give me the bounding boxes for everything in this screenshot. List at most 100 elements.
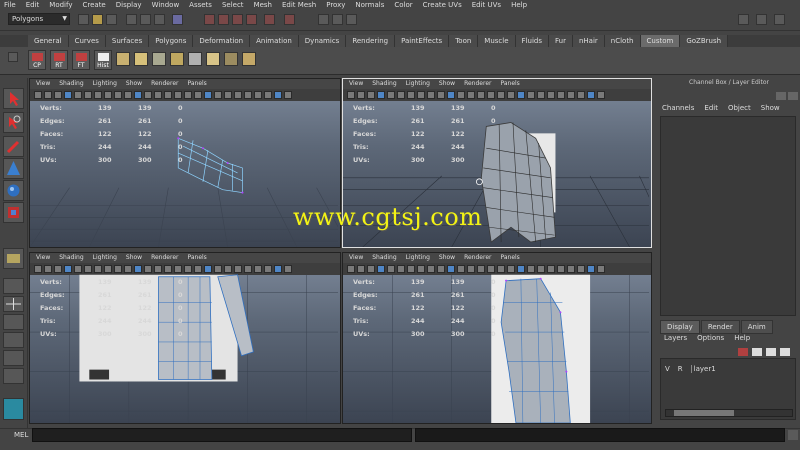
menu-help[interactable]: Help <box>511 0 527 11</box>
menu-normals[interactable]: Normals <box>355 0 384 11</box>
layer-scrollbar[interactable] <box>665 409 793 417</box>
select-tool-icon[interactable] <box>3 88 24 109</box>
paint-select-icon[interactable] <box>3 136 24 157</box>
cb-menu-edit[interactable]: Edit <box>704 104 718 112</box>
shelf-tab-dynamics[interactable]: Dynamics <box>298 35 347 47</box>
custom-shelf-tool-icon[interactable] <box>134 52 148 66</box>
ipr-render-icon[interactable] <box>332 14 343 25</box>
shelf-tab-rendering[interactable]: Rendering <box>346 35 396 47</box>
shelf-button-cp[interactable]: CP <box>28 50 46 70</box>
menu-create-uvs[interactable]: Create UVs <box>423 0 462 11</box>
open-scene-icon[interactable] <box>92 14 103 25</box>
shelf-tab-polygons[interactable]: Polygons <box>149 35 194 47</box>
shelf-tab-fluids[interactable]: Fluids <box>515 35 549 47</box>
select-object-icon[interactable] <box>140 14 151 25</box>
layer-down-icon[interactable] <box>780 348 790 356</box>
layer-row[interactable]: V R layer1 <box>665 365 724 373</box>
layout-persp-outliner-icon[interactable] <box>3 332 24 348</box>
menu-file[interactable]: File <box>4 0 16 11</box>
pick-mask-icon[interactable] <box>172 14 183 25</box>
viewport-bottom-right[interactable]: View Shading Lighting Show Renderer Panels Ve… <box>342 252 652 424</box>
move-tool-icon[interactable] <box>3 158 24 179</box>
shelf-button-ft[interactable]: FT <box>72 50 90 70</box>
custom-shelf-tool-icon[interactable] <box>170 52 184 66</box>
custom-shelf-tool-icon[interactable] <box>206 52 220 66</box>
menu-edit[interactable]: Edit <box>26 0 40 11</box>
new-layer-icon[interactable] <box>738 348 748 356</box>
attribute-editor-toggle-icon[interactable] <box>756 14 767 25</box>
layer-menu-help[interactable]: Help <box>734 334 750 342</box>
custom-shelf-tool-icon[interactable] <box>116 52 130 66</box>
menu-assets[interactable]: Assets <box>189 0 212 11</box>
shelf-tab-surfaces[interactable]: Surfaces <box>105 35 150 47</box>
mode-selector[interactable]: Polygons ▼ <box>8 13 70 25</box>
last-tool-icon[interactable] <box>3 248 24 269</box>
cb-menu-object[interactable]: Object <box>728 104 751 112</box>
new-layer-selected-icon[interactable] <box>752 348 762 356</box>
menu-mesh[interactable]: Mesh <box>254 0 272 11</box>
custom-shelf-tool-icon[interactable] <box>152 52 166 66</box>
shelf-tab-muscle[interactable]: Muscle <box>478 35 516 47</box>
layer-up-icon[interactable] <box>766 348 776 356</box>
panel-prev-icon[interactable] <box>776 92 786 100</box>
shelf-tab-custom[interactable]: Custom <box>640 35 681 47</box>
construction-icon[interactable] <box>284 14 295 25</box>
custom-shelf-tool-icon[interactable] <box>224 52 238 66</box>
shelf-tab-toon[interactable]: Toon <box>449 35 479 47</box>
menu-edit-mesh[interactable]: Edit Mesh <box>282 0 316 11</box>
layout-two-icon[interactable] <box>3 314 24 330</box>
scale-tool-icon[interactable] <box>3 202 24 223</box>
panel-next-icon[interactable] <box>788 92 798 100</box>
shelf-button-rt[interactable]: RT <box>50 50 68 70</box>
tab-anim[interactable]: Anim <box>740 320 773 334</box>
shelf-tab-fur[interactable]: Fur <box>548 35 573 47</box>
lasso-tool-icon[interactable] <box>3 112 24 133</box>
shelf-menu-icon[interactable] <box>8 52 18 62</box>
layer-menu-layers[interactable]: Layers <box>664 334 687 342</box>
save-scene-icon[interactable] <box>106 14 117 25</box>
scrollbar-thumb[interactable] <box>674 410 734 416</box>
layer-visibility-toggle[interactable]: V <box>665 365 670 373</box>
shelf-tab-animation[interactable]: Animation <box>250 35 299 47</box>
shelf-tab-painteffects[interactable]: PaintEffects <box>395 35 450 47</box>
menu-create[interactable]: Create <box>82 0 105 11</box>
new-scene-icon[interactable] <box>78 14 89 25</box>
layout-hypershade-icon[interactable] <box>3 368 24 384</box>
shelf-tab-curves[interactable]: Curves <box>68 35 106 47</box>
shelf-tab-gozbrush[interactable]: GoZBrush <box>680 35 729 47</box>
menu-display[interactable]: Display <box>116 0 142 11</box>
snap-point-icon[interactable] <box>232 14 243 25</box>
channel-box-toggle-icon[interactable] <box>738 14 749 25</box>
layer-reference-toggle[interactable]: R <box>678 365 683 373</box>
shelf-button-hist[interactable]: Hist <box>94 50 112 70</box>
menu-color[interactable]: Color <box>394 0 412 11</box>
tab-display[interactable]: Display <box>660 320 700 334</box>
layer-menu-options[interactable]: Options <box>697 334 724 342</box>
shelf-tab-ncloth[interactable]: nCloth <box>604 35 641 47</box>
layer-name[interactable]: layer1 <box>690 365 716 373</box>
shelf-tab-nhair[interactable]: nHair <box>572 35 605 47</box>
menu-window[interactable]: Window <box>152 0 180 11</box>
viewport-bottom-left[interactable]: View Shading Lighting Show Renderer Panels Ve… <box>29 252 341 424</box>
menu-edit-uvs[interactable]: Edit UVs <box>472 0 501 11</box>
layout-single-icon[interactable] <box>3 278 24 294</box>
snap-curve-icon[interactable] <box>218 14 229 25</box>
layout-four-icon[interactable] <box>3 296 24 312</box>
script-editor-icon[interactable] <box>788 430 798 440</box>
shelf-tab-general[interactable]: General <box>28 35 69 47</box>
snap-plane-icon[interactable] <box>246 14 257 25</box>
command-input[interactable] <box>32 428 412 442</box>
tool-settings-toggle-icon[interactable] <box>774 14 785 25</box>
history-icon[interactable] <box>264 14 275 25</box>
shelf-tab-deformation[interactable]: Deformation <box>193 35 251 47</box>
cb-menu-channels[interactable]: Channels <box>662 104 694 112</box>
custom-shelf-tool-icon[interactable] <box>242 52 256 66</box>
menu-select[interactable]: Select <box>222 0 244 11</box>
select-hierarchy-icon[interactable] <box>126 14 137 25</box>
render-frame-icon[interactable] <box>318 14 329 25</box>
layout-persp-graph-icon[interactable] <box>3 350 24 366</box>
rotate-tool-icon[interactable] <box>3 180 24 201</box>
cb-menu-show[interactable]: Show <box>761 104 780 112</box>
render-settings-icon[interactable] <box>346 14 357 25</box>
snap-grid-icon[interactable] <box>204 14 215 25</box>
